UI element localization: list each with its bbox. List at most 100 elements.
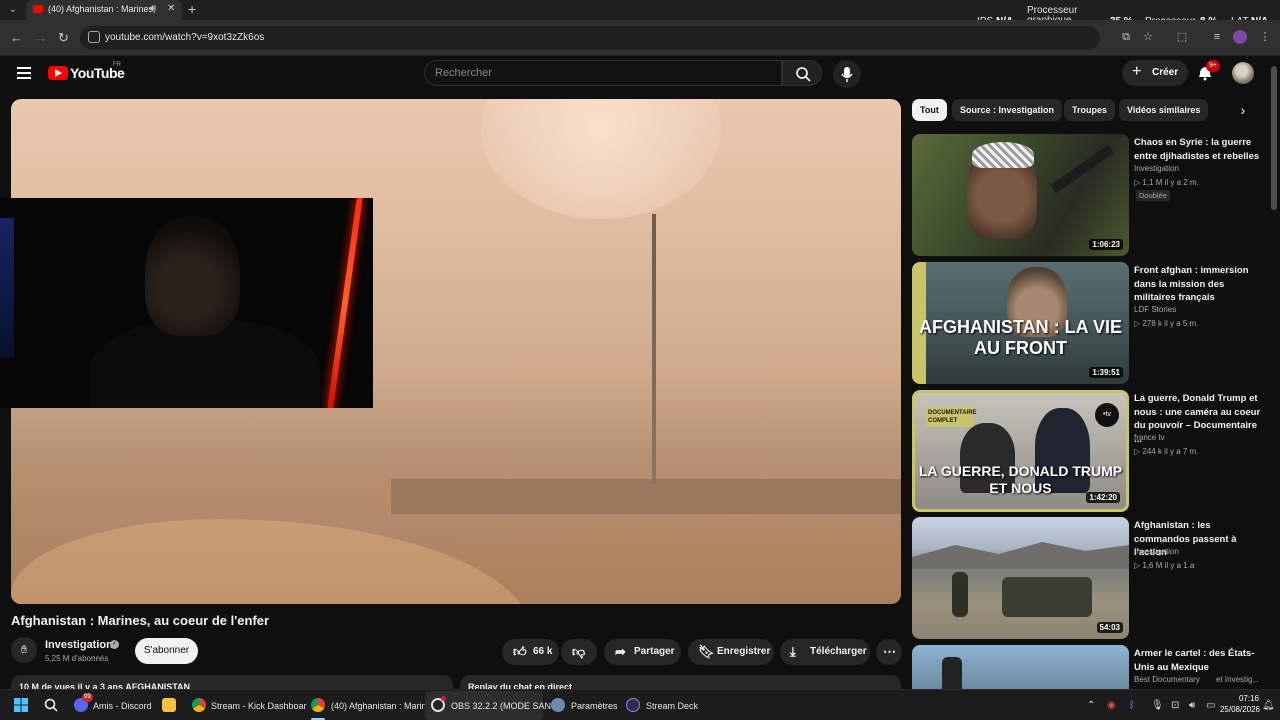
- recommendation-channel[interactable]: Investigation: [1134, 164, 1179, 173]
- chevron-right-icon[interactable]: ›: [1234, 101, 1252, 119]
- share-button[interactable]: ➦ Partager: [604, 639, 681, 665]
- speaker-icon[interactable]: 🔊︎: [150, 3, 156, 14]
- tray-app-icon[interactable]: ◉: [1107, 700, 1116, 711]
- taskbar-settings[interactable]: Paramètres: [571, 697, 618, 715]
- recommendation-item[interactable]: Armer le cartel : des États-Unis au Mexi…: [912, 645, 1262, 689]
- recommendation-channel[interactable]: Best Documentary: [1134, 675, 1200, 684]
- video-scene-tower: [652, 214, 656, 484]
- download-icon: ⤓: [790, 644, 796, 659]
- download-button[interactable]: ⤓ Télécharger: [780, 639, 870, 665]
- recommendation-item[interactable]: 1:06:23 Chaos en Syrie : la guerre entre…: [912, 134, 1262, 256]
- url-text[interactable]: youtube.com/watch?v=9xot3zZk6os: [105, 32, 264, 43]
- save-button[interactable]: 🔖︎ Enregistrer: [688, 639, 774, 665]
- back-icon[interactable]: ←: [10, 30, 23, 45]
- taskbar-youtube-tab[interactable]: (40) Afghanistan : Marin: [331, 697, 427, 715]
- file-explorer-icon[interactable]: [162, 698, 176, 712]
- page-scrollbar[interactable]: [1271, 66, 1277, 210]
- discord-badge: 99: [82, 693, 93, 702]
- reading-list-icon[interactable]: ≡: [1210, 30, 1224, 44]
- recommendation-channel-suffix[interactable]: et Investig...: [1216, 675, 1259, 684]
- chip-source[interactable]: Source : Investigation: [952, 99, 1063, 121]
- video-thumbnail[interactable]: 54:03: [912, 517, 1129, 639]
- thumb-rifle: [1050, 144, 1114, 194]
- video-thumbnail[interactable]: DOCUMENTAIRE COMPLET •tv LA GUERRE, DONA…: [912, 390, 1129, 512]
- close-tab-icon[interactable]: ✕: [167, 3, 175, 14]
- create-button[interactable]: + Créer: [1122, 60, 1188, 86]
- thumbs-up-icon: 👍︎: [513, 644, 527, 659]
- subscribe-button[interactable]: S'abonner: [135, 638, 198, 664]
- share-arrow-icon: ➦: [615, 644, 626, 659]
- voice-search-button[interactable]: [833, 60, 861, 88]
- video-duration: 1:06:23: [1089, 239, 1123, 250]
- search-button[interactable]: [782, 60, 822, 86]
- verified-check-icon: ✓: [110, 640, 119, 649]
- profile-icon[interactable]: [1233, 30, 1247, 44]
- download-label: Télécharger: [810, 646, 867, 657]
- video-duration: 1:39:51: [1089, 367, 1123, 378]
- thumb-soldier: [952, 572, 968, 617]
- recommendation-channel[interactable]: france tv: [1134, 433, 1165, 442]
- site-info-icon[interactable]: [88, 31, 100, 43]
- recommendation-title[interactable]: Front afghan : immersion dans la mission…: [1134, 264, 1262, 305]
- thumb-mountains: [912, 542, 1129, 569]
- chrome-icon[interactable]: [311, 698, 325, 712]
- video-thumbnail[interactable]: AFGHANISTAN : LA VIE AU FRONT 1:39:51: [912, 262, 1129, 384]
- channel-avatar[interactable]: ✋︎: [11, 637, 37, 663]
- taskbar-stream-deck[interactable]: Stream Deck: [646, 697, 698, 715]
- more-actions-button[interactable]: ⋯: [876, 639, 902, 665]
- bookmark-star-icon[interactable]: ☆: [1141, 30, 1155, 44]
- video-duration: 54:03: [1096, 622, 1123, 633]
- recommendation-channel[interactable]: LDF Stories: [1134, 305, 1176, 314]
- browser-tab-active[interactable]: (40) Afghanistan : Marines, 🔊︎ ✕: [26, 0, 182, 20]
- cast-icon[interactable]: ⧉: [1119, 30, 1133, 44]
- bluetooth-icon[interactable]: ᛒ: [1129, 700, 1135, 711]
- youtube-logo-icon[interactable]: [48, 66, 68, 80]
- recommendation-item[interactable]: DOCUMENTAIRE COMPLET •tv LA GUERRE, DONA…: [912, 390, 1262, 512]
- video-title: Afghanistan : Marines, au coeur de l'enf…: [11, 613, 270, 628]
- channel-name[interactable]: Investigation: [45, 639, 113, 651]
- new-tab-button[interactable]: +: [188, 1, 196, 17]
- network-icon[interactable]: ⊡: [1171, 700, 1179, 711]
- forward-icon[interactable]: →: [34, 30, 47, 45]
- chrome-icon[interactable]: [192, 698, 206, 712]
- webcam-blue-light: [0, 218, 14, 358]
- tab-search-icon[interactable]: ⌄: [6, 3, 20, 17]
- video-thumbnail[interactable]: [912, 645, 1129, 689]
- save-label: Enregistrer: [717, 646, 771, 657]
- taskbar-kick-dashboard[interactable]: Stream - Kick Dashboar: [211, 697, 307, 715]
- recommendation-item[interactable]: 54:03 Afghanistan : les commandos passen…: [912, 517, 1262, 639]
- clock-date[interactable]: 25/08/2026: [1210, 705, 1260, 714]
- microphone-icon[interactable]: 🎙︎: [1151, 700, 1164, 711]
- video-thumbnail[interactable]: 1:06:23: [912, 134, 1129, 256]
- hamburger-menu-icon[interactable]: [17, 67, 31, 79]
- reload-icon[interactable]: ↻: [58, 30, 69, 46]
- extensions-icon[interactable]: ⬚: [1175, 30, 1189, 44]
- tray-chevron-up-icon[interactable]: ⌃: [1087, 700, 1095, 711]
- recommendation-title[interactable]: Chaos en Syrie : la guerre entre djihadi…: [1134, 136, 1262, 163]
- search-icon[interactable]: [44, 698, 58, 712]
- recommendation-channel[interactable]: Investigation: [1134, 547, 1179, 556]
- create-label: Créer: [1152, 67, 1179, 78]
- recommendation-item[interactable]: AFGHANISTAN : LA VIE AU FRONT 1:39:51 Fr…: [912, 262, 1262, 384]
- recommendation-title[interactable]: Armer le cartel : des États-Unis au Mexi…: [1134, 647, 1262, 674]
- url-box[interactable]: youtube.com/watch?v=9xot3zZk6os: [80, 26, 1100, 50]
- stream-deck-icon[interactable]: [626, 698, 640, 712]
- volume-icon[interactable]: 🔊︎: [1189, 700, 1195, 711]
- dislike-button[interactable]: 👎︎: [561, 639, 597, 665]
- windows-start-icon[interactable]: [14, 698, 28, 712]
- notification-bell-icon[interactable]: 🔔︎: [1262, 700, 1275, 711]
- kebab-menu-icon[interactable]: ⋮: [1258, 30, 1272, 44]
- clock-time[interactable]: 07:16: [1231, 694, 1259, 703]
- settings-gear-icon[interactable]: [551, 698, 565, 712]
- thumb-person: [942, 657, 962, 689]
- search-input[interactable]: Rechercher: [424, 60, 782, 86]
- chip-all[interactable]: Tout: [912, 99, 947, 121]
- account-avatar[interactable]: [1232, 62, 1254, 84]
- taskbar-obs[interactable]: OBS 32.2.2 (MODE SANS: [451, 697, 557, 715]
- chip-troops[interactable]: Troupes: [1064, 99, 1116, 121]
- thumbs-down-icon: 👎︎: [572, 644, 586, 659]
- taskbar-discord[interactable]: Amis - Discord: [93, 697, 152, 715]
- tab-title: (40) Afghanistan : Marines,: [48, 4, 156, 14]
- like-button[interactable]: 👍︎ 66 k: [502, 639, 559, 665]
- chip-similar[interactable]: Vidéos similaires: [1119, 99, 1209, 121]
